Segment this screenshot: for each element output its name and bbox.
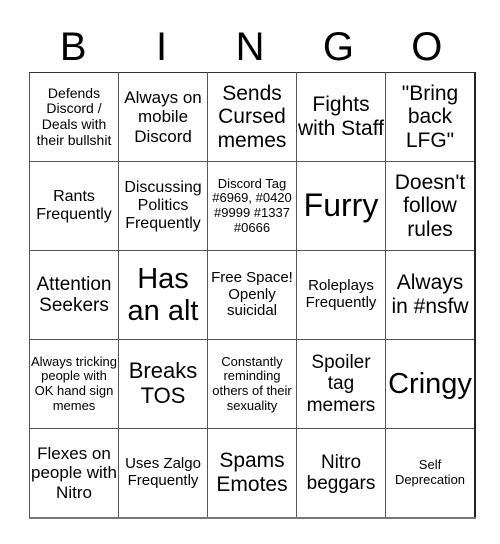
bingo-cell[interactable]: Uses Zalgo Frequently (118, 428, 208, 519)
bingo-header: B I N G O (29, 22, 471, 72)
bingo-row: Rants Frequently Discussing Politics Fre… (29, 161, 476, 251)
header-letter-i: I (156, 25, 168, 69)
bingo-row: Defends Discord / Deals with their bulls… (29, 72, 476, 162)
bingo-cell[interactable]: Has an alt (118, 250, 208, 340)
header-letter-g: G (322, 25, 354, 69)
bingo-cell[interactable]: Defends Discord / Deals with their bulls… (29, 72, 119, 162)
bingo-cell[interactable]: Fights with Staff (296, 72, 386, 162)
bingo-row: Always tricking people with OK hand sign… (29, 339, 476, 429)
bingo-cell[interactable]: Breaks TOS (118, 339, 208, 429)
bingo-cell[interactable]: Discord Tag #6969, #0420 #9999 #1337 #06… (207, 161, 297, 251)
free-space-cell[interactable]: Free Space! Openly suicidal (207, 250, 297, 340)
bingo-cell[interactable]: Sends Cursed memes (207, 72, 297, 162)
bingo-cell[interactable]: Always tricking people with OK hand sign… (29, 339, 119, 429)
bingo-cell[interactable]: Furry (296, 161, 386, 251)
bingo-cell[interactable]: Attention Seekers (29, 250, 119, 340)
bingo-cell[interactable]: Spams Emotes (207, 428, 297, 519)
bingo-cell[interactable]: "Bring back LFG" (385, 72, 476, 162)
bingo-cell[interactable]: Rants Frequently (29, 161, 119, 251)
header-letter-n: N (235, 25, 265, 69)
bingo-cell[interactable]: Cringy (385, 339, 476, 429)
bingo-cell[interactable]: Doesn't follow rules (385, 161, 476, 251)
bingo-card: Defends Discord / Deals with their bulls… (29, 72, 476, 519)
bingo-cell[interactable]: Discussing Politics Frequently (118, 161, 208, 251)
bingo-cell[interactable]: Flexes on people with Nitro (29, 428, 119, 519)
bingo-cell[interactable]: Roleplays Frequently (296, 250, 386, 340)
bingo-row: Attention Seekers Has an alt Free Space!… (29, 250, 476, 340)
bingo-cell[interactable]: Constantly reminding others of their sex… (207, 339, 297, 429)
bingo-row: Flexes on people with Nitro Uses Zalgo F… (29, 428, 476, 519)
header-letter-b: B (59, 25, 87, 69)
bingo-cell[interactable]: Self Deprecation (385, 428, 476, 519)
bingo-cell[interactable]: Nitro beggars (296, 428, 386, 519)
bingo-cell[interactable]: Spoiler tag memers (296, 339, 386, 429)
header-letter-o: O (411, 25, 443, 69)
bingo-cell[interactable]: Always on mobile Discord (118, 72, 208, 162)
bingo-cell[interactable]: Always in #nsfw (385, 250, 476, 340)
